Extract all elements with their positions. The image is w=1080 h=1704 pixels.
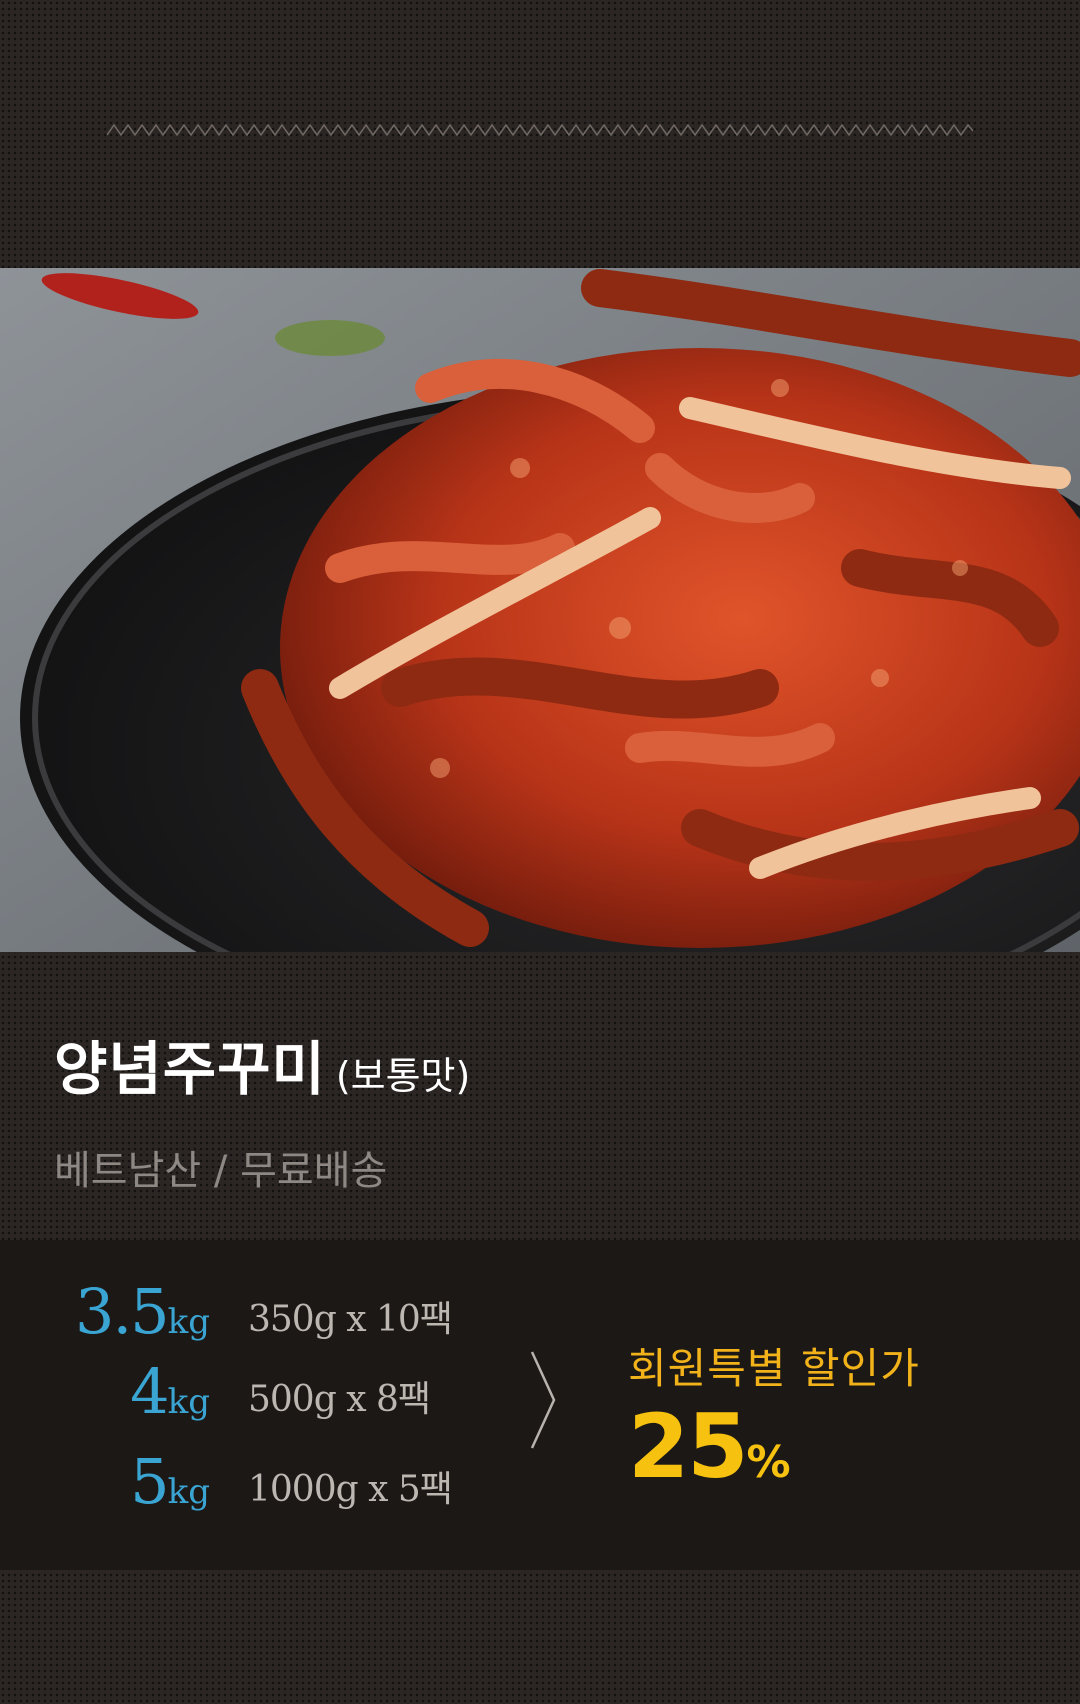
- option-row: 4kg 500g x 8팩: [0, 1355, 460, 1436]
- chevron-right-icon: [530, 1351, 556, 1449]
- option-weight: 5kg: [130, 1445, 210, 1518]
- option-weight: 4kg: [130, 1355, 210, 1428]
- discount-label: 회원특별 할인가: [628, 1344, 920, 1393]
- option-pack: 350g x 10팩: [248, 1299, 453, 1340]
- price-band: 3.5kg 350g x 10팩 4kg 500g x 8팩 5kg 1000g…: [0, 1240, 1080, 1570]
- option-pack: 500g x 8팩: [248, 1379, 431, 1420]
- zigzag-divider: [107, 123, 973, 137]
- option-row: 3.5kg 350g x 10팩: [0, 1275, 460, 1356]
- product-title: 양념주꾸미 (보통맛): [54, 1022, 470, 1106]
- product-detail-page: { "product": { "name": "양념주꾸미", "variant…: [0, 0, 1080, 1704]
- discount-value: 25%: [628, 1395, 791, 1498]
- hero-food-image: [0, 268, 1080, 952]
- origin-shipping-text: 베트남산 / 무료배송: [54, 1148, 388, 1194]
- product-variant: (보통맛): [335, 1054, 471, 1098]
- option-row: 5kg 1000g x 5팩: [0, 1445, 460, 1526]
- option-pack: 1000g x 5팩: [248, 1469, 453, 1510]
- option-weight: 3.5kg: [75, 1275, 210, 1348]
- product-name: 양념주꾸미: [54, 1035, 326, 1103]
